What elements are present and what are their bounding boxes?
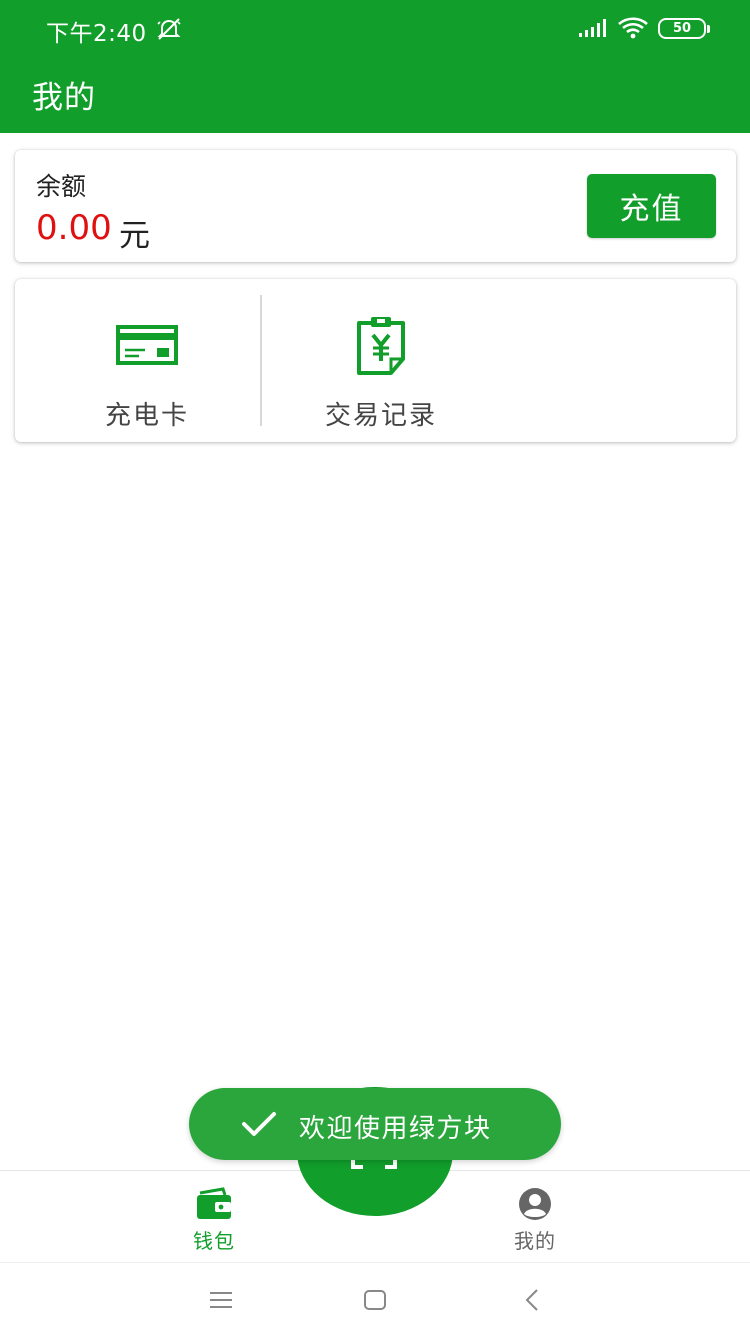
menu-icon[interactable] bbox=[206, 1285, 236, 1315]
status-time: 下午2:40 bbox=[46, 21, 147, 47]
wifi-icon bbox=[618, 17, 648, 39]
transaction-record-icon bbox=[357, 317, 405, 375]
battery-level: 50 bbox=[672, 21, 692, 36]
menu-item-transaction-records[interactable]: 交易记录 bbox=[261, 279, 501, 442]
menu-item-label: 充电卡 bbox=[104, 401, 189, 431]
menu-item-label: 交易记录 bbox=[324, 401, 437, 431]
back-icon[interactable] bbox=[518, 1285, 548, 1315]
check-icon bbox=[242, 1112, 276, 1136]
nav-label-wallet: 钱包 bbox=[193, 1229, 235, 1253]
nav-item-mine[interactable]: 我的 bbox=[465, 1171, 605, 1261]
nav-item-wallet[interactable]: 钱包 bbox=[144, 1171, 284, 1261]
welcome-toast: 欢迎使用绿方块 bbox=[189, 1088, 561, 1160]
battery-icon: 50 bbox=[658, 18, 710, 39]
menu-card: 充电卡 交易记录 bbox=[15, 279, 736, 442]
wallet-icon bbox=[197, 1187, 231, 1219]
status-bar: 下午2:40 50 bbox=[0, 0, 750, 56]
toast-message: 欢迎使用绿方块 bbox=[299, 1114, 492, 1144]
nav-label-mine: 我的 bbox=[514, 1229, 556, 1253]
balance-card: 余额 0.00 元 充值 bbox=[15, 150, 736, 262]
system-nav-bar bbox=[0, 1262, 750, 1334]
charging-card-icon bbox=[116, 325, 178, 365]
menu-item-charging-card[interactable]: 充电卡 bbox=[27, 279, 267, 442]
signal-icon bbox=[579, 19, 606, 37]
balance-unit: 元 bbox=[119, 218, 150, 254]
recharge-button[interactable]: 充值 bbox=[587, 174, 716, 238]
account-icon bbox=[519, 1188, 551, 1220]
page-title: 我的 bbox=[32, 80, 96, 116]
home-icon[interactable] bbox=[360, 1285, 390, 1315]
app-bar: 我的 bbox=[0, 56, 750, 133]
balance-label: 余额 bbox=[36, 172, 87, 201]
mute-icon bbox=[157, 18, 181, 40]
balance-amount: 0.00 bbox=[36, 208, 112, 248]
